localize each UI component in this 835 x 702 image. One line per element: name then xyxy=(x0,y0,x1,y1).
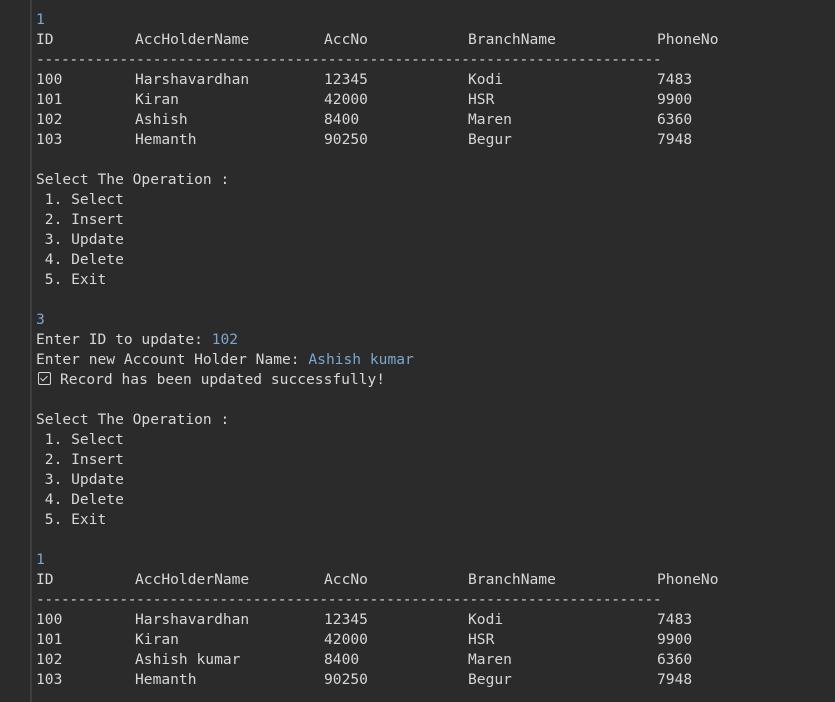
table-row: 102 Ashish 8400 Maren 6360 xyxy=(36,110,826,130)
table-row: 100 Harshavardhan 12345 Kodi 7483 xyxy=(36,70,826,90)
header-branch-name: BranchName xyxy=(468,31,556,48)
header-acc-holder-name: AccHolderName xyxy=(135,571,250,588)
cell-name: Ashish kumar xyxy=(135,651,241,668)
menu-item-delete: 4. Delete xyxy=(36,251,124,268)
header-phone-no: PhoneNo xyxy=(657,571,719,588)
cell-accno: 90250 xyxy=(324,131,368,148)
cell-phone: 7948 xyxy=(657,671,693,688)
user-input-choice: 1 xyxy=(36,551,45,568)
cell-branch: HSR xyxy=(468,91,495,108)
cell-name: Ashish xyxy=(135,111,188,128)
cell-phone: 6360 xyxy=(657,111,693,128)
cell-phone: 7483 xyxy=(657,71,693,88)
success-message-line: Record has been updated successfully! xyxy=(36,370,826,390)
menu-item-insert: 2. Insert xyxy=(36,451,124,468)
user-input-choice: 1 xyxy=(36,11,45,28)
cell-id: 102 xyxy=(36,651,63,668)
console-text: 1 ID AccHolderName AccNo BranchName Phon… xyxy=(36,10,826,690)
header-branch-name: BranchName xyxy=(468,571,556,588)
header-id: ID xyxy=(36,31,54,48)
table-row: 102 Ashish kumar 8400 Maren 6360 xyxy=(36,650,826,670)
table-header-row: ID AccHolderName AccNo BranchName PhoneN… xyxy=(36,570,826,590)
update-name-prompt: Enter new Account Holder Name: xyxy=(36,351,309,368)
cell-accno: 42000 xyxy=(324,631,368,648)
menu-title: Select The Operation : xyxy=(36,171,230,188)
table-row: 100 Harshavardhan 12345 Kodi 7483 xyxy=(36,610,826,630)
cell-id: 103 xyxy=(36,131,63,148)
update-name-line: Enter new Account Holder Name: Ashish ku… xyxy=(36,350,826,370)
cell-id: 101 xyxy=(36,631,63,648)
cell-branch: Begur xyxy=(468,131,512,148)
table-separator: ----------------------------------------… xyxy=(36,51,662,68)
cell-accno: 8400 xyxy=(324,651,360,668)
header-acc-no: AccNo xyxy=(324,571,368,588)
header-acc-holder-name: AccHolderName xyxy=(135,31,250,48)
cell-id: 101 xyxy=(36,91,63,108)
cell-branch: Begur xyxy=(468,671,512,688)
cell-name: Kiran xyxy=(135,631,179,648)
menu-item-delete: 4. Delete xyxy=(36,491,124,508)
cell-phone: 7948 xyxy=(657,131,693,148)
cell-accno: 12345 xyxy=(324,611,368,628)
table-row: 103 Hemanth 90250 Begur 7948 xyxy=(36,130,826,150)
table-header-row: ID AccHolderName AccNo BranchName PhoneN… xyxy=(36,30,826,50)
cell-phone: 6360 xyxy=(657,651,693,668)
cell-branch: Maren xyxy=(468,651,512,668)
update-id-prompt: Enter ID to update: xyxy=(36,331,212,348)
cell-name: Kiran xyxy=(135,91,179,108)
cell-accno: 8400 xyxy=(324,111,360,128)
cell-accno: 90250 xyxy=(324,671,368,688)
cell-id: 100 xyxy=(36,71,63,88)
user-input-choice: 3 xyxy=(36,311,45,328)
menu-title: Select The Operation : xyxy=(36,411,230,428)
cell-id: 103 xyxy=(36,671,63,688)
success-message: Record has been updated successfully! xyxy=(60,371,386,388)
menu-item-update: 3. Update xyxy=(36,471,124,488)
update-id-line: Enter ID to update: 102 xyxy=(36,330,826,350)
cell-branch: Kodi xyxy=(468,71,504,88)
checkbox-checked-icon xyxy=(38,372,51,385)
header-phone-no: PhoneNo xyxy=(657,31,719,48)
cell-name: Harshavardhan xyxy=(135,611,250,628)
cell-branch: Kodi xyxy=(468,611,504,628)
menu-item-update: 3. Update xyxy=(36,231,124,248)
cell-branch: Maren xyxy=(468,111,512,128)
cell-id: 100 xyxy=(36,611,63,628)
menu-item-select: 1. Select xyxy=(36,191,124,208)
menu-item-exit: 5. Exit xyxy=(36,511,107,528)
menu-item-insert: 2. Insert xyxy=(36,211,124,228)
cell-name: Harshavardhan xyxy=(135,71,250,88)
cell-phone: 9900 xyxy=(657,631,693,648)
cell-name: Hemanth xyxy=(135,671,197,688)
menu-item-select: 1. Select xyxy=(36,431,124,448)
cell-phone: 9900 xyxy=(657,91,693,108)
table-row: 101 Kiran 42000 HSR 9900 xyxy=(36,630,826,650)
table-row: 103 Hemanth 90250 Begur 7948 xyxy=(36,670,826,690)
header-id: ID xyxy=(36,571,54,588)
update-name-value: Ashish kumar xyxy=(308,351,414,368)
menu-item-exit: 5. Exit xyxy=(36,271,107,288)
header-acc-no: AccNo xyxy=(324,31,368,48)
cell-accno: 12345 xyxy=(324,71,368,88)
cell-phone: 7483 xyxy=(657,611,693,628)
gutter-divider xyxy=(30,0,32,702)
cell-name: Hemanth xyxy=(135,131,197,148)
update-id-value: 102 xyxy=(211,331,239,348)
cell-id: 102 xyxy=(36,111,63,128)
table-row: 101 Kiran 42000 HSR 9900 xyxy=(36,90,826,110)
table-separator: ----------------------------------------… xyxy=(36,591,662,608)
cell-accno: 42000 xyxy=(324,91,368,108)
cell-branch: HSR xyxy=(468,631,495,648)
console-output-panel: 1 ID AccHolderName AccNo BranchName Phon… xyxy=(0,0,835,702)
